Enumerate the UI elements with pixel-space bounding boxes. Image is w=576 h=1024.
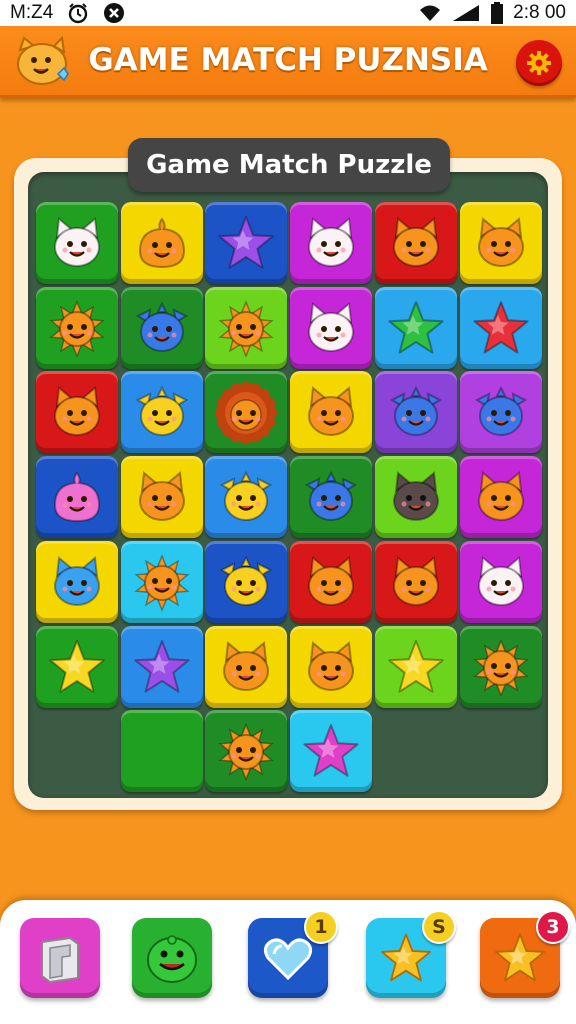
sun-orange-icon	[214, 296, 278, 360]
tile-cat-orange[interactable]	[290, 625, 373, 708]
tile-cat-orange[interactable]	[459, 202, 542, 284]
tile-cat-orange[interactable]	[36, 371, 118, 454]
cat-orange-icon	[469, 211, 533, 275]
cat-orange-icon	[214, 635, 278, 699]
count-badge: 1	[304, 910, 338, 944]
status-left-text: M:Z4	[10, 2, 54, 23]
tile-sun-orange[interactable]	[36, 286, 118, 369]
tile-cat-orange[interactable]	[205, 625, 288, 708]
tile-fish-blue[interactable]	[290, 456, 373, 539]
tile-sun-orange[interactable]	[205, 710, 288, 793]
cat-orange-icon	[469, 465, 533, 529]
game-board	[28, 172, 548, 798]
tile-sun-orange[interactable]	[459, 625, 542, 708]
battery-icon	[491, 2, 504, 24]
sun-orange-icon	[130, 550, 194, 614]
lion-orange-icon	[214, 380, 278, 445]
tile-cat-orange[interactable]	[459, 456, 542, 539]
fish-blue-icon	[130, 296, 194, 360]
map-booster-button[interactable]	[20, 918, 100, 998]
frog-booster-button[interactable]	[132, 918, 212, 998]
star-green-icon	[384, 296, 448, 360]
cat-orange-icon	[384, 550, 448, 614]
cat-white-icon	[299, 296, 363, 360]
tile-star-yellow[interactable]	[36, 625, 118, 708]
close-circle-icon	[103, 2, 125, 24]
tile-cat-orange[interactable]	[374, 202, 457, 284]
fish-blue-icon	[299, 465, 363, 529]
star-purple-icon	[214, 211, 278, 275]
cat-white-icon	[45, 211, 109, 275]
tile-blob-pink[interactable]	[36, 456, 118, 539]
board-title: Game Match Puzzle	[128, 138, 450, 192]
fish-blue-icon	[384, 380, 448, 444]
cat-orange-icon	[299, 635, 363, 699]
cat-orange-icon	[45, 380, 109, 444]
alarm-icon	[67, 2, 89, 24]
app-header: GAME MATCH PUZNSIA	[0, 26, 576, 98]
tile-lion-orange[interactable]	[205, 371, 288, 454]
tile-star-purple[interactable]	[205, 202, 288, 284]
tile-cat-white[interactable]	[36, 202, 118, 284]
fish-yellow-icon	[214, 465, 278, 529]
tile-cat-dark[interactable]	[374, 456, 457, 539]
gear-icon	[527, 51, 551, 75]
sun-orange-icon	[45, 296, 109, 360]
tile-fish-blue[interactable]	[459, 371, 542, 454]
sun-orange-icon	[214, 719, 278, 783]
count-badge: 3	[536, 910, 570, 944]
tile-fish-blue[interactable]	[374, 371, 457, 454]
star-pink-icon	[299, 719, 363, 783]
tile-star-green[interactable]	[374, 286, 457, 369]
fish-yellow-icon	[214, 550, 278, 614]
tile-cat-orange[interactable]	[120, 456, 203, 539]
settings-button[interactable]	[516, 40, 562, 86]
tile-fish-yellow[interactable]	[120, 371, 203, 454]
tile-empty[interactable]	[120, 710, 203, 793]
cat-orange-icon	[384, 211, 448, 275]
tile-fish-yellow[interactable]	[205, 540, 288, 623]
tile-star-red[interactable]	[459, 286, 542, 369]
star-red-icon	[469, 296, 533, 360]
wifi-icon	[419, 4, 441, 22]
tile-cat-orange[interactable]	[290, 371, 373, 454]
tile-star-purple[interactable]	[120, 625, 203, 708]
tile-cat-orange[interactable]	[290, 540, 373, 623]
frog-face-icon	[142, 928, 202, 988]
cat-white-icon	[299, 211, 363, 275]
cat-blue-icon	[45, 550, 109, 614]
status-bar: M:Z4 2:8 00	[0, 0, 576, 26]
tile-fish-blue[interactable]	[120, 286, 203, 369]
cat-orange-icon	[130, 465, 194, 529]
tile-cat-blue[interactable]	[36, 540, 118, 623]
tile-fish-yellow[interactable]	[205, 456, 288, 539]
tile-cat-white[interactable]	[290, 202, 373, 284]
tile-cat-white[interactable]	[459, 540, 542, 623]
fish-yellow-icon	[130, 380, 194, 444]
count-badge: S	[422, 910, 456, 944]
cat-dark-icon	[384, 465, 448, 529]
app-title: GAME MATCH PUZNSIA	[88, 42, 488, 78]
cat-orange-icon	[299, 380, 363, 444]
blob-orange-icon	[130, 211, 194, 275]
tile-blob-orange[interactable]	[120, 202, 203, 284]
star-yellow-icon	[384, 635, 448, 699]
signal-icon	[451, 3, 481, 23]
cat-white-icon	[469, 550, 533, 614]
fish-blue-icon	[469, 380, 533, 444]
tile-cat-orange[interactable]	[374, 540, 457, 623]
status-time: 2:8 00	[513, 2, 566, 23]
tile-star-yellow[interactable]	[374, 625, 457, 708]
tile-sun-orange[interactable]	[120, 540, 203, 623]
sun-orange-icon	[469, 635, 533, 699]
star-purple-icon	[130, 635, 194, 699]
star-yellow-icon	[45, 635, 109, 699]
tile-cat-white[interactable]	[290, 286, 373, 369]
cat-orange-icon	[299, 550, 363, 614]
tile-star-pink[interactable]	[290, 710, 373, 793]
tile-sun-orange[interactable]	[205, 286, 288, 369]
blob-pink-icon	[45, 465, 109, 529]
map-icon	[32, 930, 88, 986]
